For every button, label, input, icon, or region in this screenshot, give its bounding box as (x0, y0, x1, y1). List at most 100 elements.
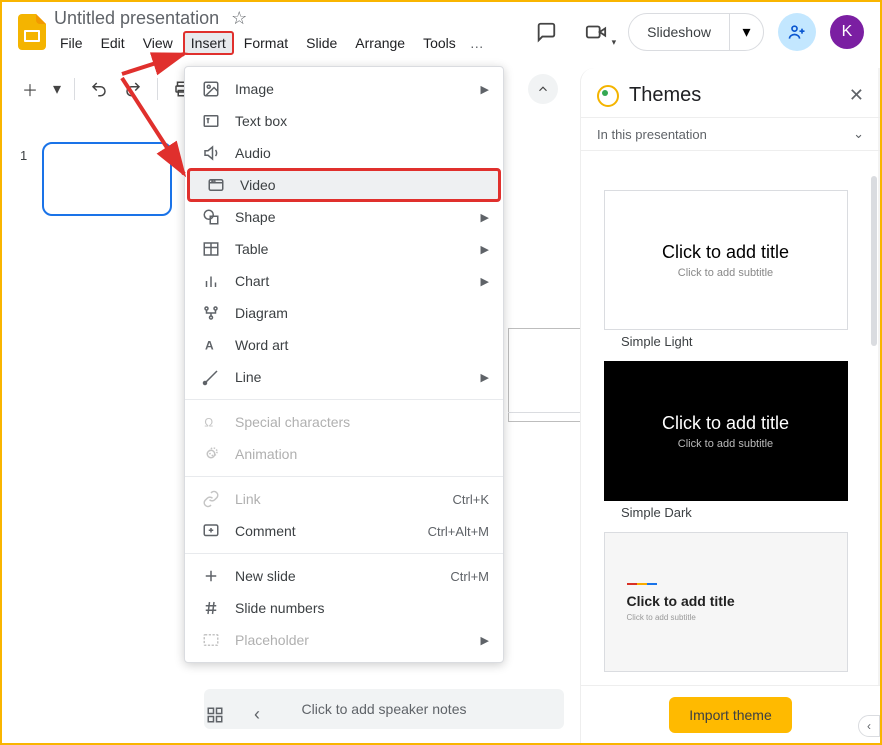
theme-card-dark[interactable]: Click to add title Click to add subtitle (604, 361, 848, 501)
shortcut-label: Ctrl+K (453, 492, 489, 507)
themes-section-toggle[interactable]: In this presentation ⌄ (581, 117, 880, 151)
close-icon[interactable]: ✕ (849, 85, 864, 106)
menu-item-label: Table (235, 241, 268, 257)
menu-item-label: Comment (235, 523, 296, 539)
slideshow-button-group: Slideshow ▾ (628, 13, 764, 51)
chevron-down-icon: ⌄ (853, 126, 864, 142)
insert-comment[interactable]: CommentCtrl+Alt+M (185, 515, 503, 547)
animation-icon (201, 444, 221, 464)
palette-icon (597, 85, 619, 107)
theme-card-accent[interactable]: Click to add title Click to add subtitle (604, 532, 848, 672)
shortcut-label: Ctrl+M (450, 569, 489, 584)
link-icon (201, 489, 221, 509)
submenu-arrow-icon: ▶ (481, 83, 489, 96)
slides-logo[interactable] (14, 14, 50, 50)
filmstrip: 1 (2, 68, 188, 743)
menu-format[interactable]: Format (236, 31, 296, 55)
submenu-arrow-icon: ▶ (481, 371, 489, 384)
menu-item-label: Audio (235, 145, 271, 161)
theme-title: Click to add title (662, 413, 789, 434)
insert-special-characters: Ω Special characters (185, 406, 503, 438)
insert-line[interactable]: Line▶ (185, 361, 503, 393)
themes-panel: Themes ✕ In this presentation ⌄ Click to… (580, 68, 880, 743)
theme-subtitle: Click to add subtitle (627, 613, 696, 622)
insert-link: Link Ctrl+K (185, 483, 503, 515)
star-icon[interactable]: ☆ (231, 8, 247, 29)
prev-slide-icon[interactable]: ‹ (254, 704, 260, 725)
menu-item-label: Animation (235, 446, 297, 462)
svg-text:A: A (205, 339, 214, 353)
insert-new-slide[interactable]: New slide Ctrl+M (185, 560, 503, 592)
theme-card-light[interactable]: Click to add title Click to add subtitle (604, 190, 848, 330)
slideshow-dropdown[interactable]: ▾ (729, 14, 763, 50)
doc-title[interactable]: Untitled presentation (54, 8, 219, 29)
menu-item-label: Video (240, 177, 276, 193)
video-icon (206, 175, 226, 195)
insert-slide-numbers[interactable]: Slide numbers (185, 592, 503, 624)
insert-chart[interactable]: Chart ▶ (185, 265, 503, 297)
new-slide-button[interactable]: ＋ (16, 75, 44, 103)
menu-edit[interactable]: Edit (93, 31, 133, 55)
submenu-arrow-icon: ▶ (481, 243, 489, 256)
menu-item-label: Diagram (235, 305, 288, 321)
collapse-toolbar-button[interactable] (528, 74, 558, 104)
theme-subtitle: Click to add subtitle (678, 438, 773, 450)
menu-item-label: Special characters (235, 414, 350, 430)
audio-icon (201, 143, 221, 163)
insert-shape[interactable]: Shape▶ (185, 201, 503, 233)
share-button[interactable] (778, 13, 816, 51)
menu-insert[interactable]: Insert (183, 31, 234, 55)
menu-more[interactable]: … (466, 31, 488, 55)
insert-audio[interactable]: Audio (185, 137, 503, 169)
insert-video[interactable]: Video (187, 168, 501, 202)
insert-word-art[interactable]: A Word art (185, 329, 503, 361)
menu-item-label: Word art (235, 337, 288, 353)
menu-view[interactable]: View (135, 31, 181, 55)
shape-icon (201, 207, 221, 227)
separator (185, 476, 503, 477)
undo-button[interactable] (85, 75, 113, 103)
menu-item-label: New slide (235, 568, 296, 584)
theme-title: Click to add title (627, 593, 735, 609)
menu-item-label: Placeholder (235, 632, 309, 648)
insert-table[interactable]: Table ▶ (185, 233, 503, 265)
insert-text-box[interactable]: Text box (185, 105, 503, 137)
new-slide-dropdown[interactable]: ▾ (50, 75, 64, 103)
insert-animation: Animation (185, 438, 503, 470)
theme-label: Simple Light (621, 334, 854, 349)
insert-image[interactable]: Image▶ (185, 73, 503, 105)
theme-title: Click to add title (662, 242, 789, 263)
svg-text:Ω: Ω (204, 416, 213, 430)
wordart-icon: A (201, 335, 221, 355)
side-panel-expand[interactable]: ‹ (858, 715, 880, 737)
menu-item-label: Link (235, 491, 261, 507)
menu-file[interactable]: File (52, 31, 91, 55)
meet-icon[interactable]: ▾ (578, 14, 614, 50)
menu-item-label: Shape (235, 209, 275, 225)
slide-thumbnail[interactable] (42, 142, 172, 216)
separator (185, 399, 503, 400)
scrollbar[interactable] (871, 176, 877, 346)
account-avatar[interactable]: K (830, 15, 864, 49)
omega-icon: Ω (201, 412, 221, 432)
menu-arrange[interactable]: Arrange (347, 31, 413, 55)
insert-menu-dropdown: Image▶Text boxAudioVideoShape▶Table▶Char… (184, 66, 504, 663)
comments-icon[interactable] (528, 14, 564, 50)
accent-bar (627, 583, 657, 585)
slideshow-button[interactable]: Slideshow (629, 14, 729, 50)
redo-button[interactable] (119, 75, 147, 103)
grid-view-icon[interactable] (206, 706, 224, 724)
import-theme-button[interactable]: Import theme (669, 697, 791, 733)
plus-icon (201, 566, 221, 586)
submenu-arrow-icon: ▶ (481, 275, 489, 288)
menu-slide[interactable]: Slide (298, 31, 345, 55)
themes-title: Themes (629, 84, 849, 107)
menu-tools[interactable]: Tools (415, 31, 464, 55)
diagram-icon (201, 303, 221, 323)
insert-diagram[interactable]: Diagram (185, 297, 503, 329)
menu-item-label: Chart (235, 273, 269, 289)
menu-item-label: Slide numbers (235, 600, 325, 616)
separator (74, 78, 75, 100)
hash-icon (201, 598, 221, 618)
chart-icon (201, 271, 221, 291)
